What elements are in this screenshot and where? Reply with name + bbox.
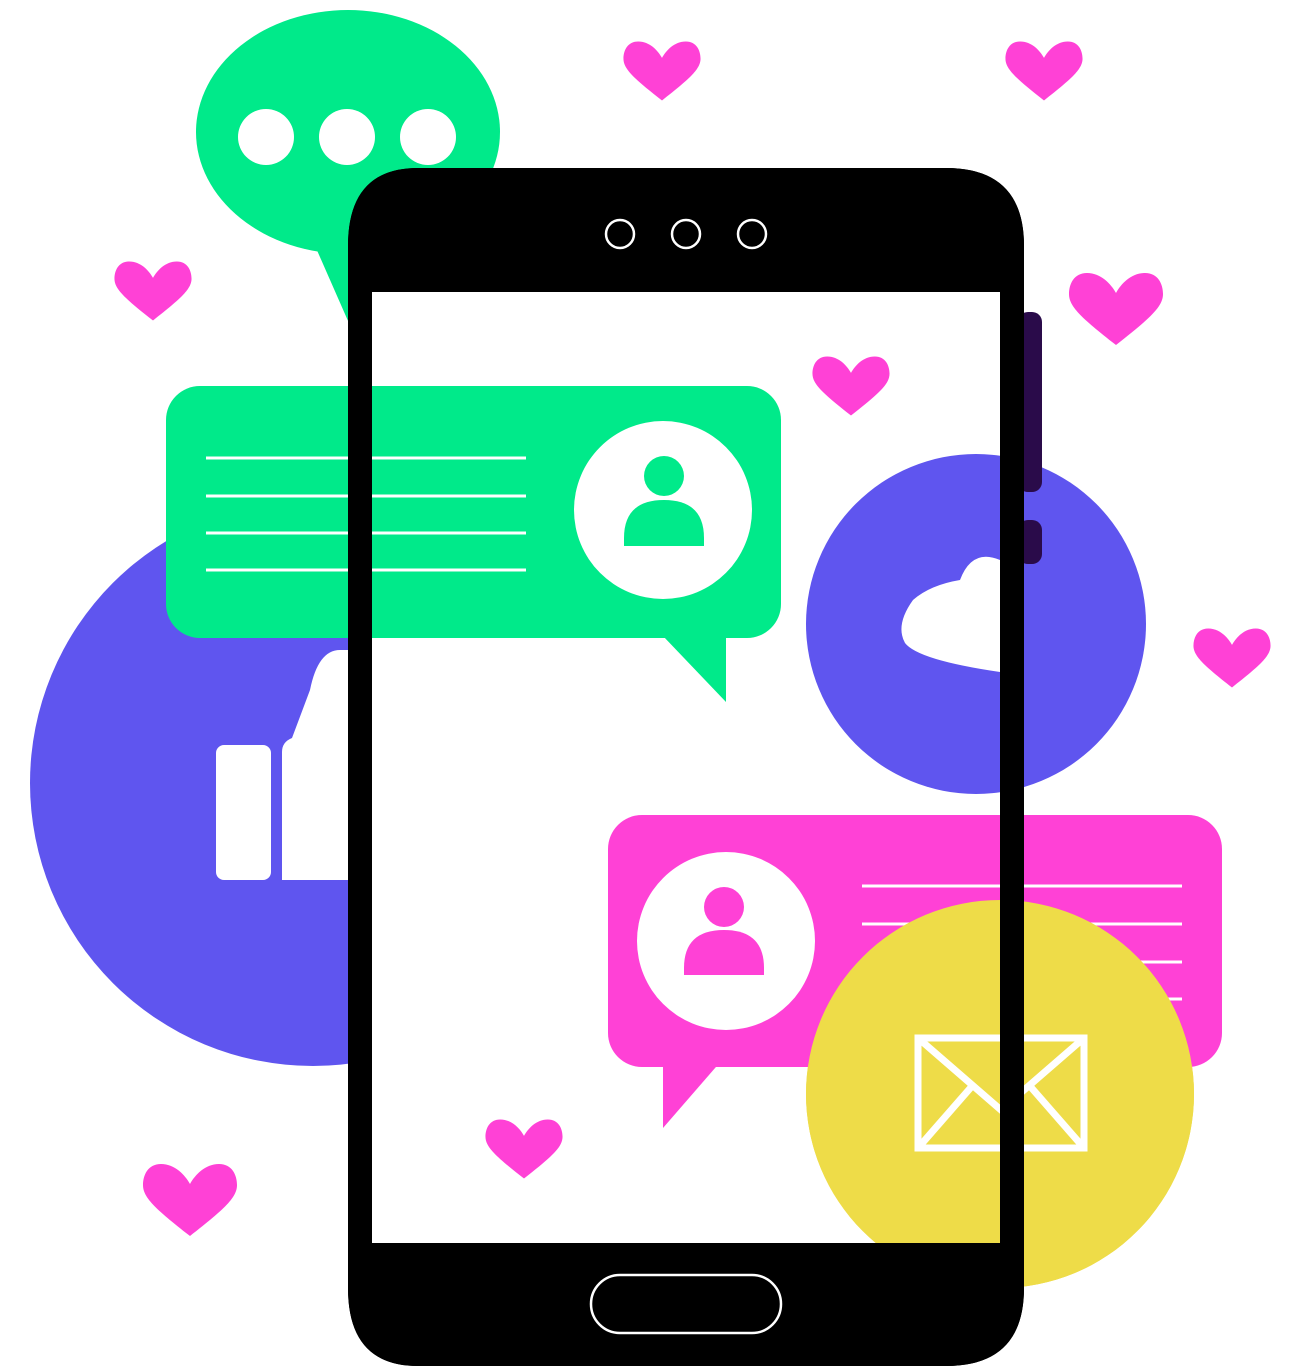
illustration-canvas [30,10,1271,1366]
heart-icon [143,1164,237,1236]
heart-icon [1005,41,1083,101]
heart-icon [1069,273,1163,345]
typing-dots-icon [238,109,456,165]
heart-icon [623,41,701,101]
social-media-illustration [0,0,1295,1366]
avatar [637,852,815,1030]
heart-icon [1193,628,1271,688]
avatar [574,421,752,599]
heart-icon [114,261,192,321]
